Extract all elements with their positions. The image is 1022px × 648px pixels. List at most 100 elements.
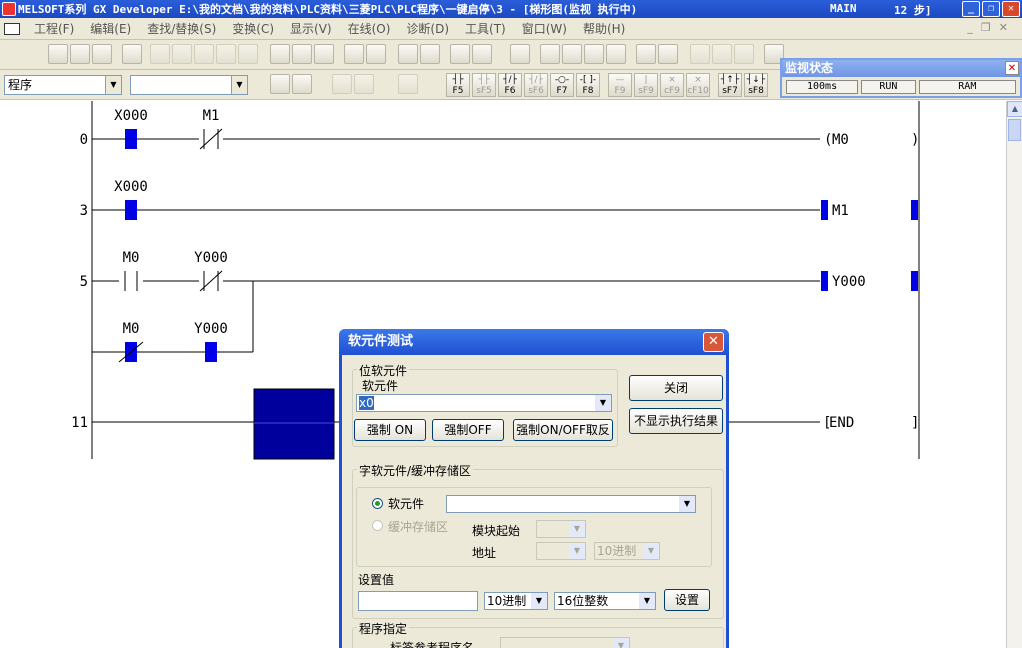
address-radix-select[interactable]: 10进制 ▼ — [594, 542, 660, 560]
close-icon[interactable]: ✕ — [1005, 61, 1019, 75]
radio-device[interactable] — [372, 498, 383, 509]
print-icon[interactable] — [122, 44, 142, 64]
fkey-sf8[interactable]: ┤↓├ sF8 — [744, 73, 768, 97]
chevron-down-icon[interactable]: ▼ — [569, 543, 585, 559]
fkey-sf7[interactable]: ┤↑├ sF7 — [718, 73, 742, 97]
menu-convert[interactable]: 变换(C) — [224, 20, 282, 37]
chevron-down-icon[interactable]: ▼ — [679, 496, 695, 512]
comment-edit-icon[interactable] — [270, 74, 290, 94]
radio-buffer-memory[interactable] — [372, 520, 383, 531]
menu-find-replace[interactable]: 查找/替换(S) — [139, 20, 224, 37]
fkey-sf9[interactable]: | sF9 — [634, 73, 658, 97]
statement-edit-icon[interactable] — [292, 74, 312, 94]
chevron-down-icon[interactable]: ▼ — [595, 395, 611, 411]
address-input[interactable]: ▼ — [536, 542, 586, 560]
read-plc-icon[interactable] — [344, 44, 364, 64]
hide-result-button[interactable]: 不显示执行结果 — [629, 408, 723, 434]
sfc-list-icon[interactable] — [354, 74, 374, 94]
fkey-f8[interactable]: -[ ]- F8 — [576, 73, 600, 97]
comment-icon[interactable] — [562, 44, 582, 64]
menu-window[interactable]: 窗口(W) — [514, 20, 575, 37]
parameter-icon[interactable] — [636, 44, 656, 64]
fkey-cf10[interactable]: × cF10 — [686, 73, 710, 97]
paste-icon[interactable] — [194, 44, 214, 64]
ladder-insert-icon[interactable] — [712, 44, 732, 64]
chevron-down-icon[interactable]: ▼ — [105, 76, 121, 94]
fkey-sf6[interactable]: ┤/├ sF6 — [524, 73, 548, 97]
force-on-button[interactable]: 强制 ON — [354, 419, 426, 441]
chevron-down-icon[interactable]: ▼ — [643, 543, 659, 559]
vertical-scrollbar[interactable]: ▲ — [1006, 101, 1022, 648]
menu-edit[interactable]: 编辑(E) — [82, 20, 139, 37]
chevron-down-icon[interactable]: ▼ — [639, 593, 655, 609]
redo-icon[interactable] — [238, 44, 258, 64]
fkey-f9[interactable]: — F9 — [608, 73, 632, 97]
write-plc-icon[interactable] — [366, 44, 386, 64]
data-type-select[interactable]: 16位整数 ▼ — [554, 592, 656, 610]
chevron-down-icon[interactable]: ▼ — [613, 638, 629, 648]
fkey-sf5[interactable]: ┤├ sF5 — [472, 73, 496, 97]
module-start-input[interactable]: ▼ — [536, 520, 586, 538]
plc-clear-icon[interactable] — [658, 44, 678, 64]
find-instruction-icon[interactable] — [292, 44, 312, 64]
close-icon[interactable]: ✕ — [703, 332, 724, 352]
ladder-view-icon[interactable] — [510, 44, 530, 64]
bit-device-input[interactable]: x0 ▼ — [356, 394, 612, 412]
sfc-step-icon[interactable] — [398, 74, 418, 94]
ladder-delete-icon[interactable] — [734, 44, 754, 64]
copy-icon[interactable] — [172, 44, 192, 64]
force-toggle-button[interactable]: 强制ON/OFF取反 — [513, 419, 613, 441]
scroll-up-icon[interactable]: ▲ — [1007, 101, 1022, 117]
cut-icon[interactable] — [150, 44, 170, 64]
scroll-thumb[interactable] — [1008, 119, 1021, 141]
menu-view[interactable]: 显示(V) — [282, 20, 340, 37]
app-icon[interactable] — [2, 2, 16, 16]
undo-icon[interactable] — [216, 44, 236, 64]
close-button[interactable]: 关闭 — [629, 375, 723, 401]
fkey-f5[interactable]: ┤├ F5 — [446, 73, 470, 97]
zoom-icon[interactable] — [606, 44, 626, 64]
find-device-icon[interactable] — [270, 44, 290, 64]
block-select[interactable]: ▼ — [130, 75, 248, 95]
menu-project[interactable]: 工程(F) — [26, 20, 82, 37]
new-file-icon[interactable] — [48, 44, 68, 64]
chevron-down-icon[interactable]: ▼ — [231, 76, 247, 94]
label-ref-select[interactable]: ▼ — [500, 637, 630, 648]
find-contact-icon[interactable] — [314, 44, 334, 64]
list-view-icon[interactable] — [540, 44, 560, 64]
fkey-cf9[interactable]: × cF9 — [660, 73, 684, 97]
mdi-window-controls[interactable]: _❐✕ — [967, 21, 1016, 34]
minimize-button[interactable]: _ — [962, 1, 980, 17]
menu-online[interactable]: 在线(O) — [340, 20, 399, 37]
word-device-input[interactable]: ▼ — [446, 495, 696, 513]
fkey-f6[interactable]: ┤/├ F6 — [498, 73, 522, 97]
menu-help[interactable]: 帮助(H) — [575, 20, 633, 37]
set-button[interactable]: 设置 — [664, 589, 710, 611]
dialog-title-bar[interactable]: 软元件测试 ✕ — [339, 329, 729, 355]
restore-button[interactable]: ❐ — [982, 1, 1000, 17]
fkey-f7[interactable]: -○- F7 — [550, 73, 574, 97]
save-icon[interactable] — [92, 44, 112, 64]
device-list-icon[interactable] — [450, 44, 470, 64]
device-test-icon[interactable] — [584, 44, 604, 64]
force-off-button[interactable]: 强制OFF — [432, 419, 504, 441]
branch-label-m0: M0 — [123, 321, 140, 337]
monitor-status-title[interactable]: 监视状态 ✕ — [782, 60, 1020, 77]
chevron-down-icon[interactable]: ▼ — [569, 521, 585, 537]
monitor-status-window[interactable]: 监视状态 ✕ 100ms RUN RAM — [780, 58, 1022, 98]
device-label: 软元件 — [362, 379, 399, 393]
radix-select[interactable]: 10进制 ▼ — [484, 592, 548, 610]
menu-tools[interactable]: 工具(T) — [457, 20, 514, 37]
close-window-button[interactable]: ✕ — [1002, 1, 1020, 17]
diagnose-icon[interactable] — [472, 44, 492, 64]
set-value-input[interactable] — [358, 591, 478, 611]
chevron-down-icon[interactable]: ▼ — [531, 593, 547, 609]
document-icon[interactable] — [4, 22, 20, 35]
open-folder-icon[interactable] — [70, 44, 90, 64]
menu-diagnostics[interactable]: 诊断(D) — [398, 20, 457, 37]
ladder-edit-icon[interactable] — [690, 44, 710, 64]
sfc-icon[interactable] — [332, 74, 352, 94]
program-select[interactable]: 程序 ▼ — [4, 75, 122, 95]
monitor-stop-icon[interactable] — [420, 44, 440, 64]
monitor-start-icon[interactable] — [398, 44, 418, 64]
